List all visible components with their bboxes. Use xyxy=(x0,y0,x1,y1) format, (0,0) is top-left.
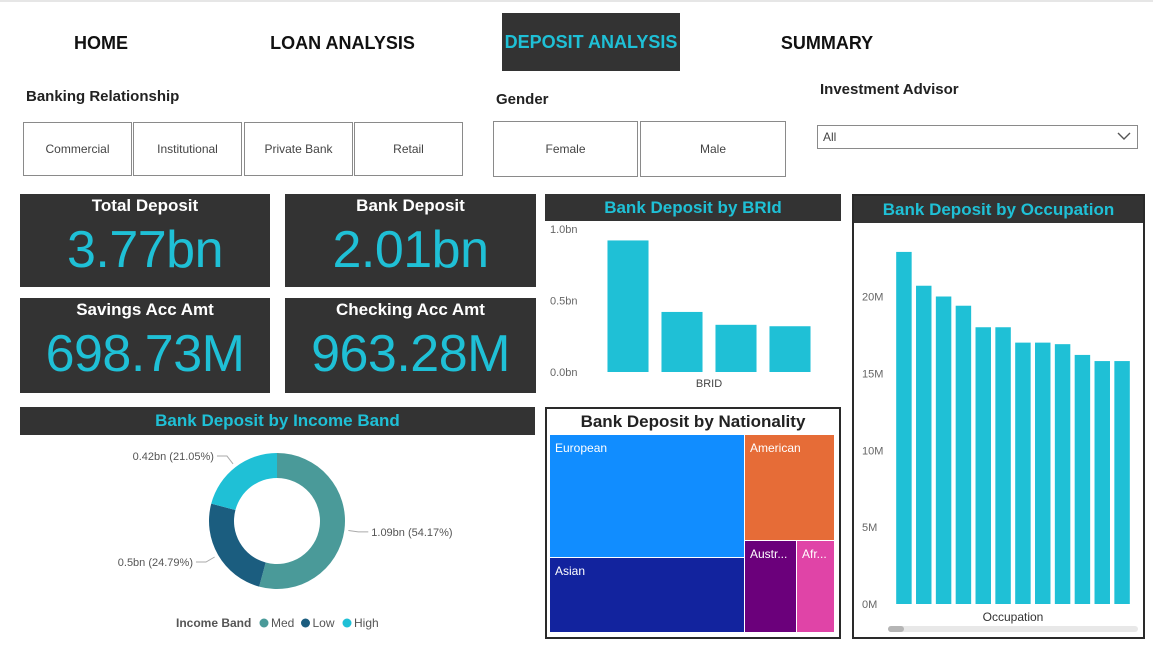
bar xyxy=(769,326,811,372)
brid-bar-chart[interactable]: 0.0bn 0.5bn 1.0bn BRID xyxy=(545,221,841,393)
y-tick-label: 20M xyxy=(862,292,883,304)
bar xyxy=(975,327,991,604)
nationality-chart-title: Bank Deposit by Nationality xyxy=(580,412,806,431)
bar xyxy=(607,240,649,372)
kpi-value: 698.73M xyxy=(45,325,245,383)
slicer-commercial[interactable]: Commercial xyxy=(23,122,132,176)
kpi-bank-deposit: Bank Deposit 2.01bn xyxy=(285,194,536,287)
y-tick-label: 15M xyxy=(862,368,883,380)
treemap-label: American xyxy=(750,441,801,455)
x-axis-label: BRID xyxy=(696,378,722,390)
bar xyxy=(995,327,1011,604)
donut-slice xyxy=(209,503,266,587)
donut-slice xyxy=(211,453,278,511)
legend-title: Income Band xyxy=(176,616,251,630)
slicer-institutional[interactable]: Institutional xyxy=(133,122,242,176)
kpi-label: Savings Acc Amt xyxy=(76,300,214,319)
leader-line xyxy=(216,455,234,465)
bar xyxy=(896,251,912,604)
legend-marker xyxy=(342,618,352,628)
slicer-male[interactable]: Male xyxy=(640,121,786,177)
kpi-checking-acc-amt: Checking Acc Amt 963.28M xyxy=(285,298,536,393)
kpi-value: 3.77bn xyxy=(66,221,224,279)
y-tick-label: 0M xyxy=(862,599,877,611)
bar xyxy=(1054,344,1071,604)
treemap-label: European xyxy=(555,441,607,455)
occupation-chart-title: Bank Deposit by Occupation xyxy=(854,196,1143,223)
treemap-label: Asian xyxy=(555,564,585,578)
y-tick-label: 0.5bn xyxy=(550,296,578,308)
y-tick-label: 10M xyxy=(862,445,883,457)
x-axis-label: Occupation xyxy=(983,610,1044,624)
bar xyxy=(1114,361,1130,604)
kpi-total-deposit: Total Deposit 3.77bn xyxy=(20,194,270,287)
bar xyxy=(661,311,703,372)
kpi-label: Checking Acc Amt xyxy=(336,300,485,319)
bar xyxy=(916,285,932,604)
y-tick-label: 0.0bn xyxy=(550,367,578,379)
scrollbar-track xyxy=(888,626,1138,632)
data-label: 0.5bn (24.79%) xyxy=(118,557,193,569)
treemap-label: Afr... xyxy=(802,547,827,561)
occupation-bar-chart[interactable]: 0M 5M 10M 15M 20M Occupation xyxy=(854,223,1143,637)
leader-line xyxy=(195,556,215,563)
investment-advisor-dropdown[interactable]: All xyxy=(817,125,1138,149)
bar xyxy=(1074,354,1091,604)
kpi-label: Bank Deposit xyxy=(356,196,465,215)
dropdown-selected-value: All xyxy=(823,130,837,144)
y-tick-label: 1.0bn xyxy=(550,224,578,236)
leader-line xyxy=(348,530,369,533)
nav-summary[interactable]: SUMMARY xyxy=(760,22,894,64)
legend-entry: High xyxy=(354,616,379,630)
gender-title: Gender xyxy=(496,91,549,108)
nav-deposit-analysis[interactable]: DEPOSIT ANALYSIS xyxy=(502,13,680,71)
top-divider xyxy=(0,0,1153,2)
legend-marker xyxy=(259,618,269,628)
chevron-down-icon[interactable] xyxy=(1117,130,1131,144)
nav-loan-analysis[interactable]: LOAN ANALYSIS xyxy=(250,22,435,64)
data-label: 0.42bn (21.05%) xyxy=(133,451,214,463)
bar xyxy=(935,296,952,604)
slicer-private-bank[interactable]: Private Bank xyxy=(244,122,353,176)
brid-chart-title: Bank Deposit by BRId xyxy=(545,194,841,221)
legend-entry: Med xyxy=(271,616,294,630)
kpi-value: 963.28M xyxy=(311,325,510,383)
bar xyxy=(955,305,972,604)
nav-home[interactable]: HOME xyxy=(40,22,162,64)
nationality-treemap[interactable]: European Asian American Austr... Afr... xyxy=(550,435,835,633)
legend-marker xyxy=(301,618,310,628)
kpi-savings-acc-amt: Savings Acc Amt 698.73M xyxy=(20,298,270,393)
income-chart-title: Bank Deposit by Income Band xyxy=(20,407,535,435)
bar xyxy=(1094,361,1110,604)
kpi-label: Total Deposit xyxy=(91,196,199,215)
y-tick-label: 5M xyxy=(862,522,877,534)
kpi-value: 2.01bn xyxy=(332,221,489,279)
treemap-label: Austr... xyxy=(750,547,787,561)
data-label: 1.09bn (54.17%) xyxy=(371,527,452,539)
income-donut-chart[interactable]: 1.09bn (54.17%) 0.5bn (24.79%) 0.42bn (21.… xyxy=(20,435,535,640)
bar xyxy=(715,324,757,372)
bar xyxy=(1035,342,1051,604)
legend-entry: Low xyxy=(313,616,335,630)
slicer-retail[interactable]: Retail xyxy=(354,122,463,176)
slicer-female[interactable]: Female xyxy=(493,121,638,177)
investment-advisor-title: Investment Advisor xyxy=(820,81,959,98)
bar xyxy=(1015,342,1031,604)
banking-relationship-title: Banking Relationship xyxy=(26,88,180,105)
scrollbar-thumb[interactable] xyxy=(888,626,904,632)
